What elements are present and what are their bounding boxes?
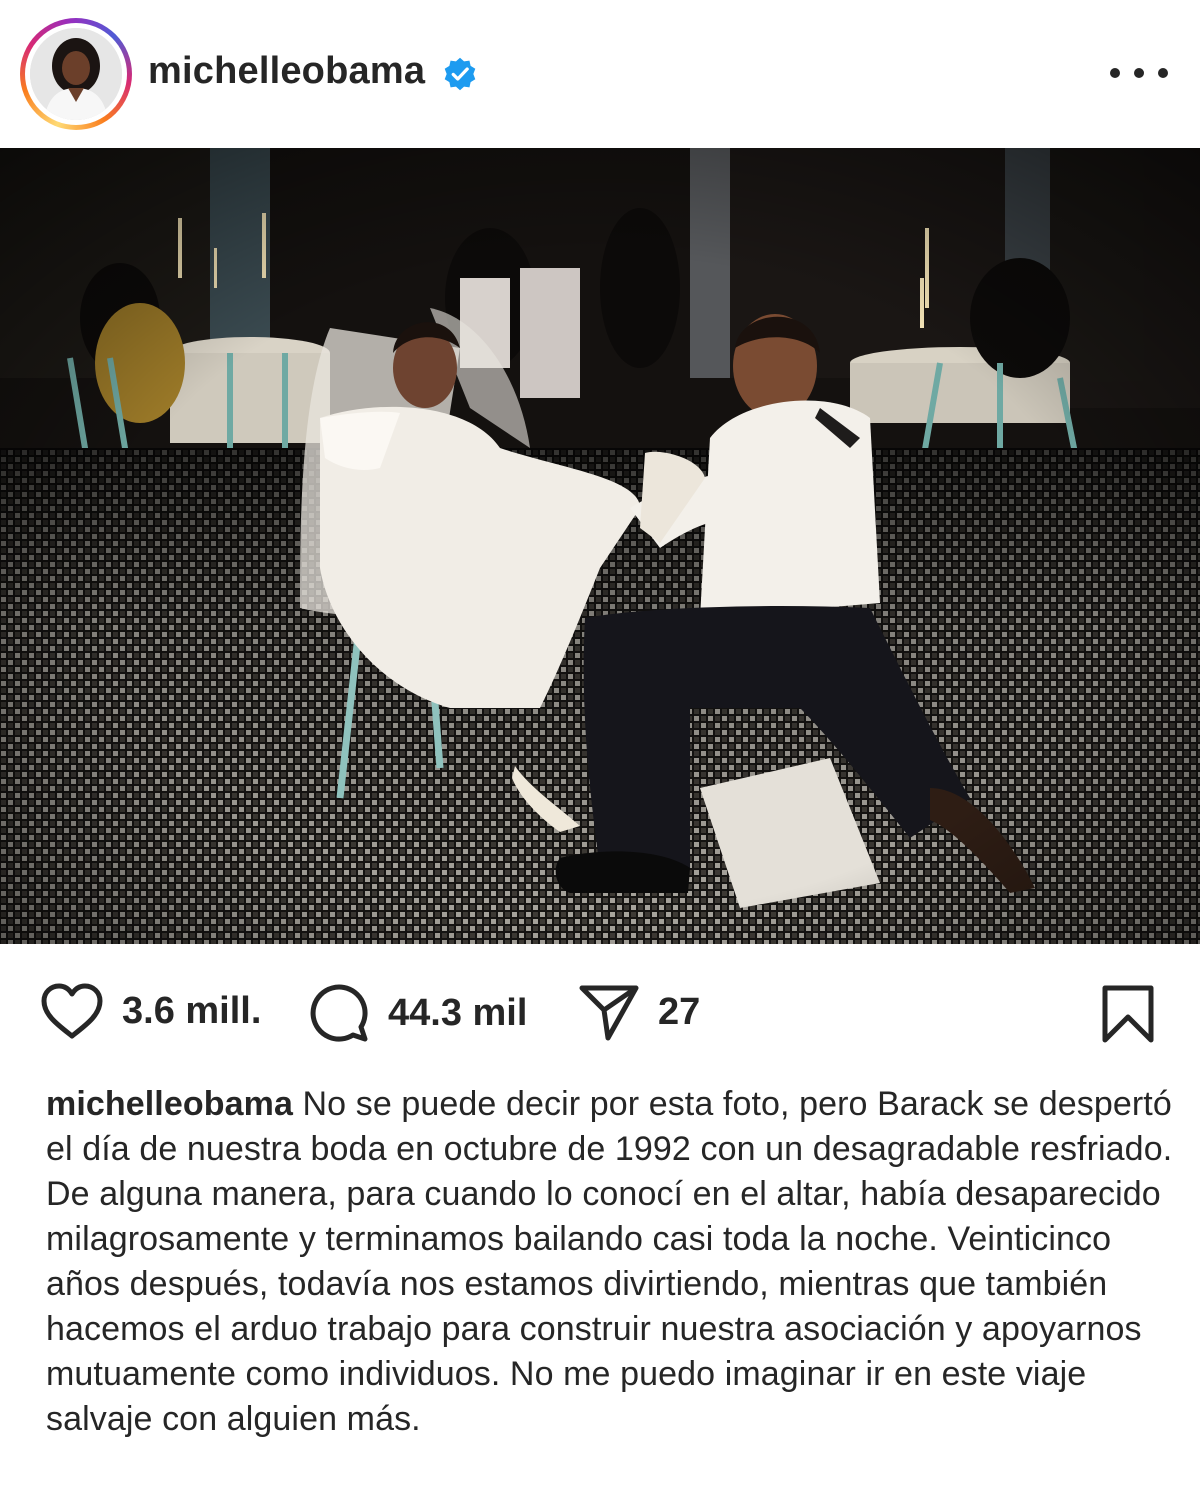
- post-actions: 3.6 mill. 44.3 mil 27: [0, 944, 1200, 1074]
- username-link[interactable]: michelleobama: [148, 50, 425, 93]
- caption-username[interactable]: michelleobama: [46, 1085, 293, 1123]
- send-icon: [579, 985, 639, 1041]
- likes-count[interactable]: 3.6 mill.: [122, 990, 261, 1033]
- story-ring[interactable]: [20, 18, 132, 130]
- wedding-photo: [0, 148, 1200, 944]
- post-caption: michelleobama No se puede decir por esta…: [46, 1082, 1176, 1442]
- comment-button[interactable]: 44.3 mil: [308, 982, 527, 1044]
- like-button[interactable]: 3.6 mill.: [40, 982, 261, 1040]
- avatar[interactable]: [30, 28, 122, 120]
- bookmark-icon: [1102, 985, 1154, 1043]
- caption-text: No se puede decir por esta foto, pero Ba…: [46, 1085, 1173, 1438]
- post-photo[interactable]: [0, 148, 1200, 944]
- avatar-portrait: [30, 28, 122, 120]
- post-header: michelleobama: [0, 0, 1200, 148]
- more-options-button[interactable]: [1110, 56, 1168, 90]
- more-horizontal-icon: [1110, 68, 1120, 78]
- shares-count: 27: [658, 990, 701, 1033]
- save-button[interactable]: [1100, 984, 1156, 1049]
- comment-icon: [310, 984, 368, 1042]
- heart-icon: [41, 983, 103, 1039]
- share-button[interactable]: 27: [578, 982, 700, 1042]
- verified-badge-icon: [444, 57, 476, 91]
- comments-count[interactable]: 44.3 mil: [388, 992, 527, 1035]
